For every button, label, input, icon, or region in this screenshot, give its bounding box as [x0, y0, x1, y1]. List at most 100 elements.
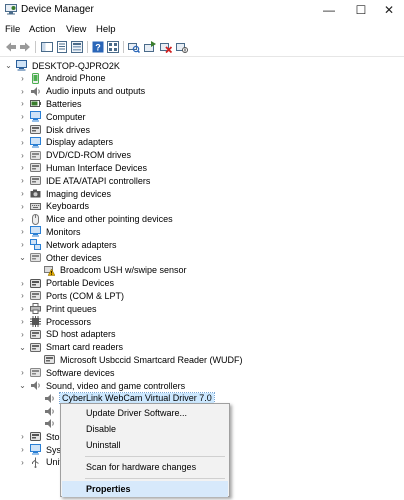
tree-item[interactable]: › Imaging devices: [18, 187, 111, 200]
properties-icon[interactable]: [55, 40, 68, 53]
ctx-properties[interactable]: Properties: [62, 481, 228, 497]
update-driver-icon[interactable]: [143, 40, 156, 53]
hid-icon: [30, 162, 41, 173]
tree-item-label: Processors: [46, 316, 92, 327]
tree-item-label: Human Interface Devices: [46, 162, 148, 173]
expand-icon[interactable]: ›: [18, 97, 27, 110]
tree-item[interactable]: › Display adapters: [18, 136, 113, 149]
expand-icon[interactable]: ›: [18, 187, 27, 200]
tree-item[interactable]: › Print queues: [18, 302, 97, 315]
speaker-icon: [44, 393, 55, 404]
tree-item-label: Monitors: [46, 226, 81, 237]
menu-file[interactable]: File: [5, 24, 20, 35]
ctx-scan-hardware[interactable]: Scan for hardware changes: [62, 459, 228, 475]
tree-item[interactable]: I: [32, 417, 63, 430]
tree-item[interactable]: › Audio inputs and outputs: [18, 85, 145, 98]
expand-icon[interactable]: ›: [18, 302, 27, 315]
menu-help[interactable]: Help: [96, 24, 116, 35]
tree-item[interactable]: › Computer: [18, 110, 86, 123]
tree-item[interactable]: › Batteries: [18, 97, 81, 110]
collapse-icon[interactable]: ⌄: [4, 59, 13, 72]
context-menu-separator: [85, 456, 225, 457]
toolbar-separator: [123, 41, 124, 53]
tree-item[interactable]: › Ports (COM & LPT): [18, 289, 124, 302]
close-button[interactable]: ✕: [374, 0, 404, 20]
expand-icon[interactable]: ›: [18, 72, 27, 85]
show-hide-console-tree-icon[interactable]: [40, 40, 53, 53]
expand-icon[interactable]: ›: [18, 456, 27, 469]
tree-item-label: SD host adapters: [46, 329, 116, 340]
expand-icon[interactable]: ›: [18, 213, 27, 226]
tree-item[interactable]: › IDE ATA/ATAPI controllers: [18, 174, 150, 187]
tree-item[interactable]: › DVD/CD-ROM drives: [18, 149, 131, 162]
expand-icon[interactable]: ›: [18, 161, 27, 174]
expand-icon[interactable]: ›: [18, 277, 27, 290]
tree-item[interactable]: ⌄ Other devices: [18, 251, 101, 264]
scan-hardware-icon[interactable]: [127, 40, 140, 53]
tree-item[interactable]: › Disk drives: [18, 123, 90, 136]
system-icon: [30, 444, 41, 455]
view-list-icon[interactable]: [70, 40, 83, 53]
tree-item-label: Software devices: [46, 367, 115, 378]
menu-action[interactable]: Action: [29, 24, 55, 35]
ide-icon: [30, 175, 41, 186]
collapse-icon[interactable]: ⌄: [18, 251, 27, 264]
tree-item[interactable]: › Mice and other pointing devices: [18, 213, 173, 226]
ctx-uninstall[interactable]: Uninstall: [62, 437, 228, 453]
expand-icon[interactable]: ›: [18, 225, 27, 238]
tree-item[interactable]: › Network adapters: [18, 238, 117, 251]
ctx-update-driver-label: Update Driver Software...: [86, 408, 188, 418]
tree-item[interactable]: › Android Phone: [18, 72, 106, 85]
uninstall-icon[interactable]: [159, 40, 172, 53]
mouse-icon: [30, 213, 41, 225]
device-view-icon[interactable]: [106, 40, 119, 53]
expand-icon[interactable]: ›: [18, 85, 27, 98]
collapse-icon[interactable]: ⌄: [18, 379, 27, 392]
collapse-icon[interactable]: ⌄: [18, 341, 27, 354]
expand-icon[interactable]: ›: [18, 443, 27, 456]
minimize-button[interactable]: —: [314, 0, 344, 20]
tree-item[interactable]: Microsoft Usbccid Smartcard Reader (WUDF…: [32, 353, 243, 366]
computer-icon: [30, 111, 41, 122]
tree-item[interactable]: › Portable Devices: [18, 277, 114, 290]
disable-icon[interactable]: [175, 40, 188, 53]
expand-icon[interactable]: ›: [18, 123, 27, 136]
tree-item-label: Imaging devices: [46, 188, 112, 199]
expand-icon[interactable]: ›: [18, 430, 27, 443]
expand-icon[interactable]: ›: [18, 136, 27, 149]
expand-icon[interactable]: ›: [18, 328, 27, 341]
back-icon[interactable]: [4, 40, 17, 53]
tree-item-label: Audio inputs and outputs: [46, 86, 146, 97]
tree-item[interactable]: ⌄ Sound, video and game controllers: [18, 379, 185, 392]
expand-icon[interactable]: ›: [18, 315, 27, 328]
expand-icon[interactable]: ›: [18, 174, 27, 187]
expand-icon[interactable]: ›: [18, 366, 27, 379]
tree-item[interactable]: › Software devices: [18, 366, 115, 379]
tree-item[interactable]: › Monitors: [18, 225, 81, 238]
expand-icon[interactable]: ›: [18, 110, 27, 123]
tree-item-label: CyberLink WebCam Virtual Driver 7.0: [59, 392, 215, 405]
expand-icon[interactable]: ›: [18, 200, 27, 213]
tree-item[interactable]: ⌄ Smart card readers: [18, 341, 123, 354]
tree-item[interactable]: › Human Interface Devices: [18, 161, 147, 174]
expand-icon[interactable]: ›: [18, 289, 27, 302]
expand-icon[interactable]: ›: [18, 238, 27, 251]
tree-item[interactable]: › Processors: [18, 315, 91, 328]
expand-icon[interactable]: ›: [18, 149, 27, 162]
tree-item-label: Sound, video and game controllers: [46, 380, 186, 391]
menu-view[interactable]: View: [66, 24, 86, 35]
ctx-disable[interactable]: Disable: [62, 421, 228, 437]
tree-item[interactable]: Broadcom USH w/swipe sensor: [32, 264, 187, 277]
tree-item[interactable]: › Keyboards: [18, 200, 89, 213]
tree-item-label: DVD/CD-ROM drives: [46, 150, 132, 161]
ctx-update-driver[interactable]: Update Driver Software...: [62, 405, 228, 421]
help-icon[interactable]: ?: [91, 40, 104, 53]
tree-root[interactable]: ⌄ DESKTOP-QJPRO2K: [4, 59, 120, 72]
portable-device-icon: [30, 278, 41, 289]
forward-icon[interactable]: [18, 40, 31, 53]
camera-icon: [30, 188, 41, 199]
tree-item[interactable]: › SD host adapters: [18, 328, 116, 341]
maximize-button[interactable]: ☐: [346, 0, 376, 20]
